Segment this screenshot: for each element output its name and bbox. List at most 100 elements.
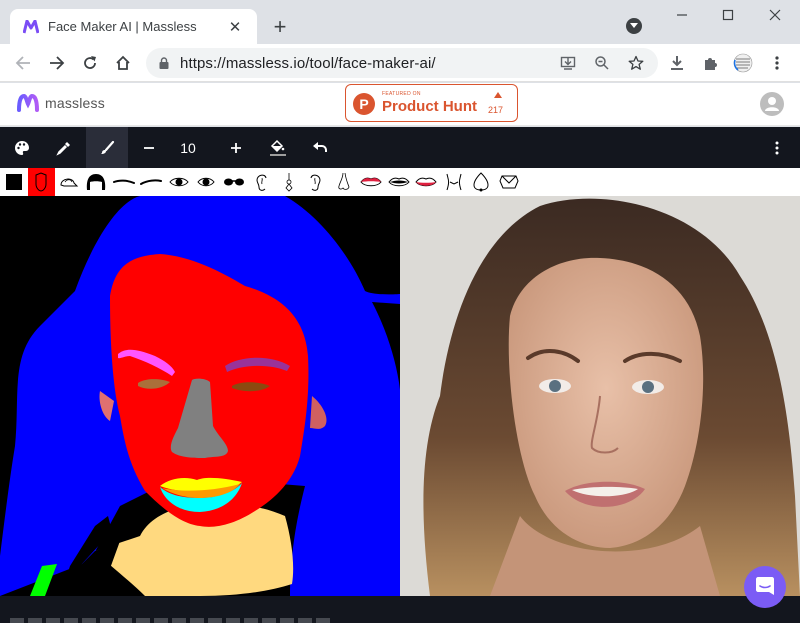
chat-icon	[756, 577, 774, 595]
tab-search-icon[interactable]	[626, 18, 642, 34]
more-vert-icon	[775, 141, 779, 154]
part-right-ear[interactable]	[303, 168, 331, 196]
palette-icon	[15, 140, 29, 155]
bottom-bar	[0, 596, 800, 623]
photo-left-iris	[549, 380, 561, 392]
ear-left-icon	[256, 174, 267, 191]
browser-toolbar: https://massless.io/tool/face-maker-ai/	[0, 44, 800, 82]
lower-lip-icon	[415, 177, 437, 187]
part-neck[interactable]	[440, 168, 468, 196]
download-icon[interactable]	[666, 52, 688, 74]
fill-bucket-icon	[270, 139, 286, 156]
part-right-eyebrow[interactable]	[138, 168, 166, 196]
part-upper-lip[interactable]	[358, 168, 386, 196]
massless-logo[interactable]: massless	[17, 94, 105, 112]
part-left-eyebrow[interactable]	[110, 168, 138, 196]
part-necklace[interactable]	[468, 168, 496, 196]
minus-icon	[144, 146, 154, 149]
undo-button[interactable]	[299, 127, 341, 168]
part-eyeglasses[interactable]	[220, 168, 248, 196]
massless-favicon-icon	[22, 18, 40, 36]
zoom-out-icon[interactable]	[590, 51, 614, 75]
brush-button[interactable]	[86, 127, 128, 168]
generated-face-result	[400, 196, 800, 596]
extensions-puzzle-icon[interactable]	[700, 52, 722, 74]
site-header: massless P FEATURED ON Product Hunt 217	[0, 83, 800, 126]
back-icon[interactable]	[10, 50, 36, 76]
part-cloth[interactable]	[495, 168, 523, 196]
photo-right-iris	[642, 381, 654, 393]
browser-menu-icon[interactable]	[766, 52, 788, 74]
increase-size-button[interactable]	[215, 127, 257, 168]
editor-toolbar: 10	[0, 127, 800, 168]
fill-bucket-button[interactable]	[257, 127, 299, 168]
face-parts-palette	[0, 168, 800, 196]
browser-tab[interactable]: Face Maker AI | Massless ✕	[10, 9, 257, 44]
brush-size-value: 10	[180, 139, 196, 156]
hat-icon	[60, 178, 78, 187]
new-tab-button[interactable]: +	[268, 15, 292, 39]
part-left-eye[interactable]	[165, 168, 193, 196]
earring-icon	[285, 173, 293, 192]
close-window-icon[interactable]	[765, 5, 785, 25]
eyebrow-right-icon	[140, 179, 163, 185]
address-bar[interactable]: https://massless.io/tool/face-maker-ai/	[146, 48, 658, 78]
eyedropper-button[interactable]	[43, 127, 85, 168]
palette-button[interactable]	[1, 127, 43, 168]
minimize-icon[interactable]	[672, 5, 692, 25]
part-right-eye[interactable]	[193, 168, 221, 196]
user-avatar-icon[interactable]	[760, 92, 784, 116]
hair-icon	[87, 174, 106, 190]
part-hair[interactable]	[83, 168, 111, 196]
ear-right-icon	[310, 174, 321, 191]
nose-icon	[338, 172, 350, 190]
part-lower-lip[interactable]	[413, 168, 441, 196]
reload-icon[interactable]	[77, 50, 103, 76]
tab-close-icon[interactable]: ✕	[225, 17, 245, 37]
part-left-ear[interactable]	[248, 168, 276, 196]
more-options-button[interactable]	[756, 127, 798, 168]
eye-left-icon	[169, 177, 189, 187]
part-skin[interactable]	[27, 168, 55, 196]
part-hat[interactable]	[55, 168, 83, 196]
forward-icon[interactable]	[44, 50, 70, 76]
url-text[interactable]: https://massless.io/tool/face-maker-ai/	[180, 55, 556, 72]
tab-title: Face Maker AI | Massless	[48, 19, 197, 34]
eyebrow-left-icon	[112, 179, 135, 184]
part-mouth[interactable]	[385, 168, 413, 196]
ph-upvote-count: 217	[488, 105, 504, 115]
part-nose[interactable]	[330, 168, 358, 196]
massless-logo-icon	[17, 94, 39, 112]
bookmark-star-icon[interactable]	[624, 51, 648, 75]
sunglasses-icon	[223, 178, 244, 186]
eye-right-icon	[197, 177, 215, 187]
bottom-text-strip	[10, 618, 330, 623]
profile-extension-icon[interactable]	[732, 52, 754, 74]
browser-titlebar: Face Maker AI | Massless ✕ +	[0, 0, 800, 44]
mouth-icon	[388, 177, 410, 187]
face-skin-icon	[35, 172, 47, 192]
upper-lip-icon	[360, 177, 382, 187]
brush-icon	[101, 140, 115, 154]
upvote-arrow-icon	[494, 92, 502, 98]
part-earring[interactable]	[275, 168, 303, 196]
segmentation-map	[0, 196, 400, 596]
home-icon[interactable]	[110, 50, 136, 76]
decrease-size-button[interactable]	[128, 127, 170, 168]
maximize-icon[interactable]	[718, 5, 738, 25]
logo-text: massless	[45, 95, 105, 111]
chat-support-button[interactable]	[744, 566, 786, 608]
install-app-icon[interactable]	[556, 51, 580, 75]
product-hunt-logo-icon: P	[353, 93, 375, 115]
part-background[interactable]	[0, 168, 28, 196]
drawing-canvas[interactable]	[0, 196, 400, 596]
ph-featured-label: FEATURED ON	[382, 91, 421, 97]
generated-portrait-image	[400, 196, 800, 596]
ph-name: Product Hunt	[382, 98, 477, 115]
eyedropper-icon	[56, 141, 70, 156]
product-hunt-badge[interactable]: P FEATURED ON Product Hunt 217	[345, 84, 518, 122]
cloth-collar-icon	[499, 175, 519, 189]
lock-icon[interactable]	[158, 56, 170, 70]
necklace-icon	[473, 172, 489, 192]
background-swatch-icon	[5, 174, 22, 190]
